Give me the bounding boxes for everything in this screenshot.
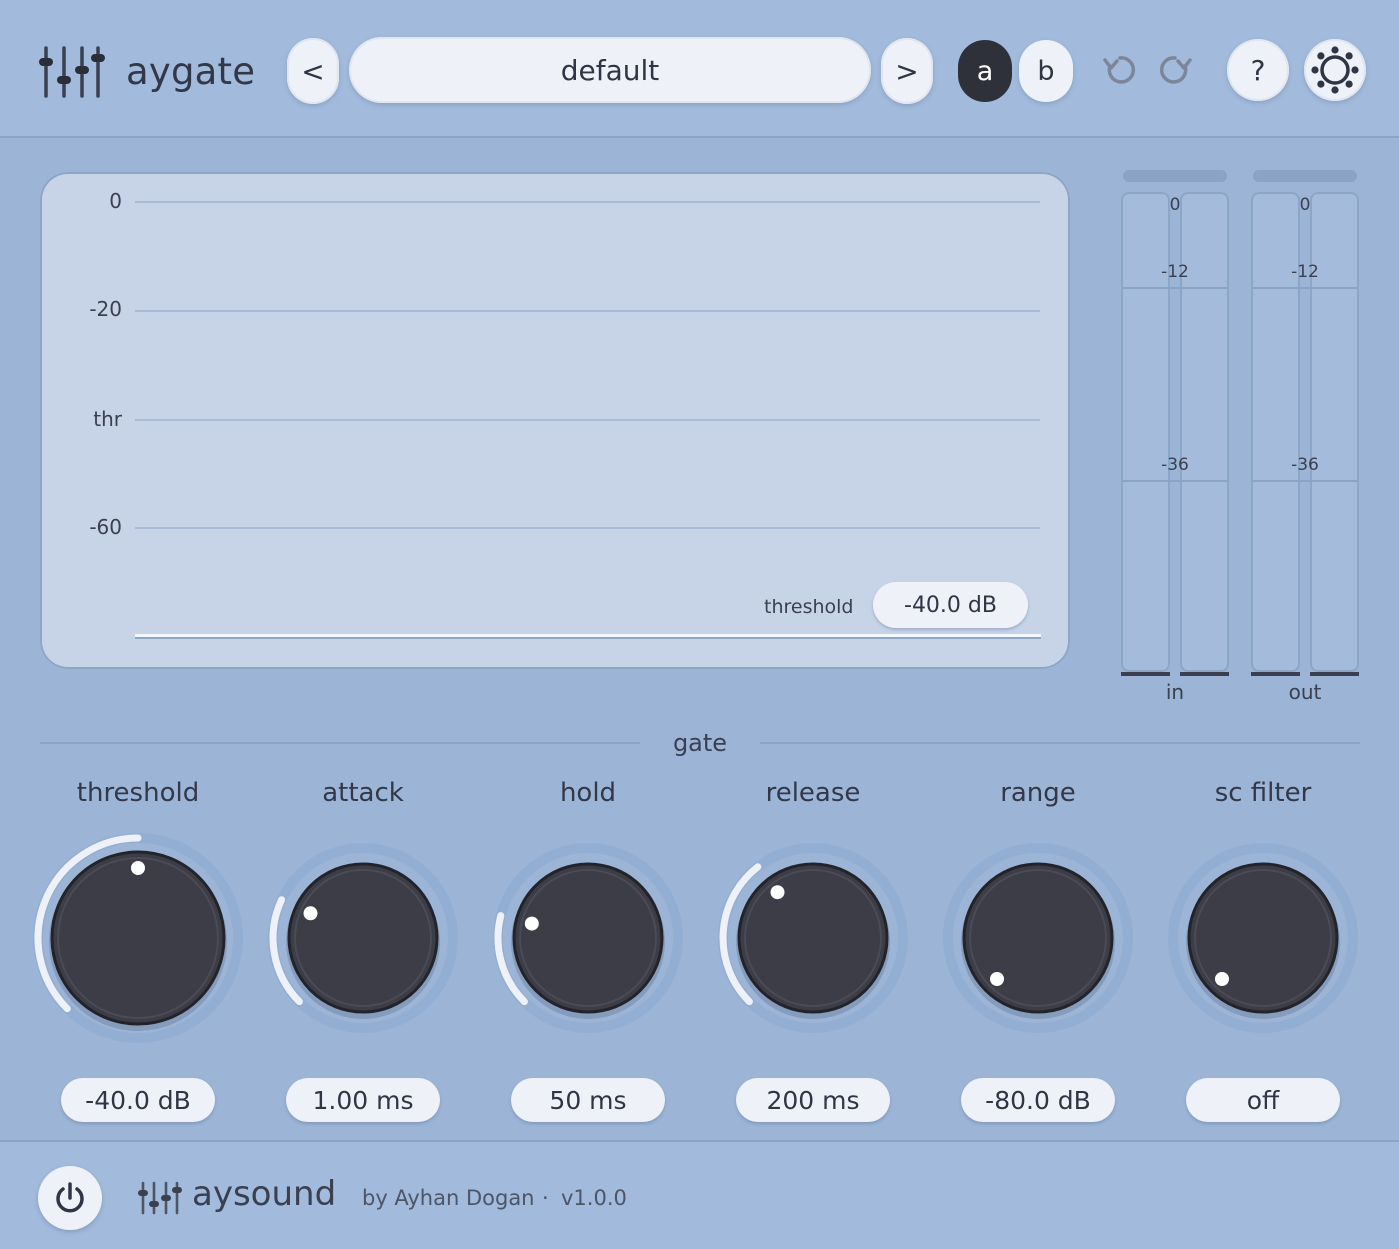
threshold-control: threshold -40.0 dB bbox=[23, 778, 253, 1128]
knob-pointer bbox=[1215, 972, 1229, 986]
db-label-minus20: -20 bbox=[89, 297, 122, 321]
app-title: aygate bbox=[126, 50, 256, 93]
attack-control: attack 1.00 ms bbox=[248, 778, 478, 1128]
knob-value[interactable]: -40.0 dB bbox=[61, 1078, 215, 1122]
knob-value[interactable]: 50 ms bbox=[511, 1078, 665, 1122]
release-knob[interactable] bbox=[698, 828, 928, 1058]
meter-scale-label: -36 bbox=[1161, 455, 1189, 475]
meter-scale-label: 0 bbox=[1299, 195, 1311, 215]
meter-scale-label: -12 bbox=[1161, 262, 1189, 282]
help-button[interactable]: ? bbox=[1227, 39, 1289, 101]
knob-body bbox=[1187, 862, 1339, 1014]
knob-value[interactable]: off bbox=[1186, 1078, 1340, 1122]
meter-clip-indicator bbox=[1123, 170, 1227, 182]
range-knob[interactable] bbox=[923, 828, 1153, 1058]
version-label: v1.0.0 bbox=[561, 1186, 627, 1210]
grid-line bbox=[135, 527, 1040, 529]
range-control: range -80.0 dB bbox=[923, 778, 1153, 1128]
knob-body bbox=[512, 862, 664, 1014]
preset-name-field[interactable]: default bbox=[349, 37, 871, 103]
knob-value[interactable]: 200 ms bbox=[736, 1078, 890, 1122]
knob-pointer bbox=[524, 916, 539, 931]
footer: aysound by Ayhan Dogan · v1.0.0 bbox=[0, 1140, 1399, 1249]
db-label-minus60: -60 bbox=[89, 515, 122, 539]
hold-knob[interactable] bbox=[473, 828, 703, 1058]
hold-control: hold 50 ms bbox=[473, 778, 703, 1128]
meter-scale-label: 0 bbox=[1169, 195, 1181, 215]
meter-level-left bbox=[1121, 672, 1170, 676]
prev-preset-button[interactable]: < bbox=[287, 38, 339, 104]
section-divider bbox=[40, 742, 640, 744]
knob-body bbox=[50, 850, 226, 1026]
knob-body bbox=[737, 862, 889, 1014]
meter-tick bbox=[1251, 480, 1359, 482]
knob-label: hold bbox=[559, 778, 617, 808]
meter-tick bbox=[1121, 480, 1229, 482]
next-preset-button[interactable]: > bbox=[881, 38, 933, 104]
grid-line bbox=[135, 201, 1040, 203]
knob-pointer bbox=[131, 861, 145, 875]
knob-label: threshold bbox=[76, 778, 200, 808]
meter-tick bbox=[1121, 287, 1229, 289]
output-meter: 0 -12 -36 out bbox=[1251, 170, 1359, 710]
power-icon bbox=[56, 1182, 84, 1213]
threshold-caption: threshold bbox=[764, 596, 854, 618]
header: aygate < default > a b ? bbox=[0, 0, 1399, 138]
meter-level-right bbox=[1180, 672, 1229, 676]
knob-pointer bbox=[770, 885, 785, 900]
brand-logo-icon bbox=[138, 1181, 182, 1215]
knob-pointer bbox=[303, 906, 318, 921]
threshold-readout[interactable]: -40.0 dB bbox=[873, 582, 1028, 628]
sc-filter-control: sc filter off bbox=[1148, 778, 1378, 1128]
knob-body bbox=[962, 862, 1114, 1014]
db-label-0: 0 bbox=[109, 189, 122, 213]
ab-a-button[interactable]: a bbox=[958, 40, 1012, 102]
release-control: release 200 ms bbox=[698, 778, 928, 1128]
knob-label: range bbox=[1000, 778, 1076, 808]
knob-value[interactable]: -80.0 dB bbox=[961, 1078, 1115, 1122]
knob-body bbox=[287, 862, 439, 1014]
knob-label: sc filter bbox=[1214, 778, 1312, 808]
attack-knob[interactable] bbox=[248, 828, 478, 1058]
grid-line bbox=[135, 419, 1040, 421]
knob-value[interactable]: 1.00 ms bbox=[286, 1078, 440, 1122]
section-title: gate bbox=[672, 729, 728, 757]
meter-name: in bbox=[1165, 680, 1185, 704]
settings-button[interactable] bbox=[1304, 39, 1366, 101]
sc-filter-knob[interactable] bbox=[1148, 828, 1378, 1058]
meter-clip-indicator bbox=[1253, 170, 1357, 182]
brand-name: aysound bbox=[192, 1174, 337, 1214]
ab-b-button[interactable]: b bbox=[1019, 40, 1073, 102]
gate-display: 0 -20 thr -60 threshold -40.0 dB bbox=[40, 172, 1070, 669]
db-label-thr: thr bbox=[93, 407, 122, 431]
bypass-button[interactable] bbox=[38, 1166, 102, 1230]
separator-dot: · bbox=[542, 1186, 549, 1210]
meter-scale-label: -36 bbox=[1291, 455, 1319, 475]
author-credit: by Ayhan Dogan bbox=[362, 1186, 535, 1210]
meter-scale-label: -12 bbox=[1291, 262, 1319, 282]
threshold-line[interactable] bbox=[135, 634, 1041, 637]
redo-icon[interactable] bbox=[1157, 52, 1193, 88]
sliders-logo-icon bbox=[39, 46, 105, 98]
input-meter: 0 -12 -36 in bbox=[1121, 170, 1229, 710]
knob-label: attack bbox=[322, 778, 404, 808]
undo-icon[interactable] bbox=[1102, 52, 1138, 88]
section-divider bbox=[760, 742, 1360, 744]
gear-icon bbox=[1311, 46, 1359, 94]
meter-tick bbox=[1251, 287, 1359, 289]
knob-label: release bbox=[765, 778, 861, 808]
threshold-knob[interactable] bbox=[23, 828, 253, 1058]
knob-pointer bbox=[990, 972, 1004, 986]
meter-level-right bbox=[1310, 672, 1359, 676]
meter-name: out bbox=[1288, 680, 1322, 704]
meter-level-left bbox=[1251, 672, 1300, 676]
grid-line bbox=[135, 310, 1040, 312]
